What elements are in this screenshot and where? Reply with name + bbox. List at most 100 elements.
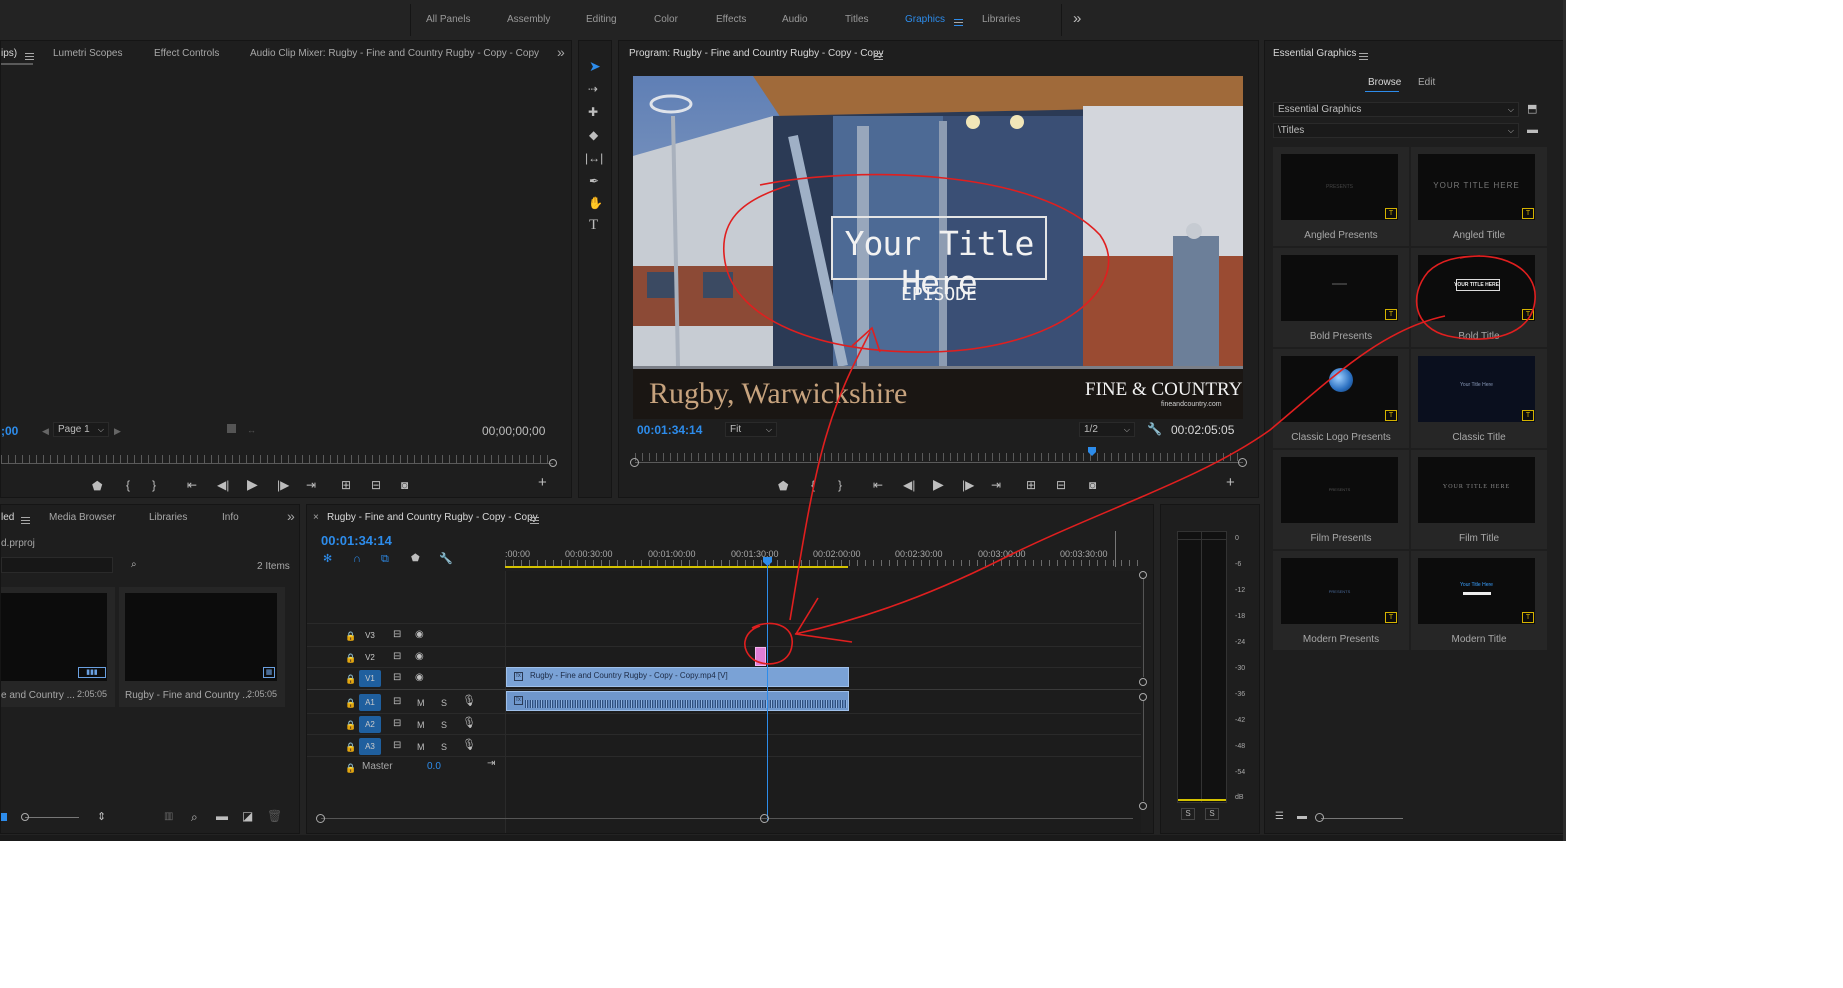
go-to-out-icon[interactable]: ⇥ <box>991 479 1001 491</box>
lock-icon[interactable]: 🔒 <box>345 630 356 642</box>
tab-browse[interactable]: Browse <box>1368 77 1401 88</box>
program-menu-icon[interactable] <box>874 52 883 60</box>
workspace-graphics[interactable]: Graphics <box>905 14 945 25</box>
mute-button[interactable]: M <box>417 719 425 731</box>
solo-left-button[interactable]: S <box>1181 808 1195 820</box>
step-forward-icon[interactable]: |▶ <box>277 479 289 491</box>
solo-right-button[interactable]: S <box>1205 808 1219 820</box>
scrubber-start-handle[interactable] <box>630 458 639 467</box>
scrubber-end-handle[interactable] <box>1238 458 1247 467</box>
add-button-icon[interactable]: + <box>538 475 547 490</box>
new-item-icon[interactable]: ◪ <box>242 810 253 822</box>
workspace-assembly[interactable]: Assembly <box>507 14 550 25</box>
automate-icon[interactable]: ▥ <box>164 811 173 823</box>
track-target-a1[interactable]: A1 <box>359 694 381 711</box>
folder-icon[interactable]: ▬ <box>1527 124 1538 136</box>
eg-source-select[interactable]: Essential Graphics ⌵ <box>1273 102 1519 117</box>
solo-button[interactable]: S <box>441 741 447 753</box>
work-area-bar[interactable] <box>505 566 848 568</box>
sync-lock-icon[interactable]: ⊟ <box>393 651 401 663</box>
time-ruler[interactable]: :00:00 00:00:30:00 00:01:00:00 00:01:30:… <box>505 545 1141 569</box>
mark-out-icon[interactable]: } <box>152 479 156 491</box>
tab-libraries[interactable]: Libraries <box>149 512 187 523</box>
panel-overflow-icon[interactable]: » <box>557 44 565 60</box>
sync-lock-icon[interactable]: ⊟ <box>393 629 401 641</box>
step-forward-icon[interactable]: |▶ <box>962 479 974 491</box>
tab-audio-clip-mixer[interactable]: Audio Clip Mixer: Rugby - Fine and Count… <box>250 48 539 59</box>
linked-selection-icon[interactable]: ⧉ <box>381 553 389 565</box>
vertical-scroll-handle[interactable] <box>1139 678 1147 686</box>
sequence-tab[interactable]: Rugby - Fine and Country Rugby - Copy - … <box>327 512 538 523</box>
mark-in-icon[interactable]: { <box>811 479 815 491</box>
go-to-in-icon[interactable]: ⇤ <box>187 479 197 491</box>
find-icon[interactable]: ⌕ <box>191 811 198 823</box>
project-menu-icon[interactable] <box>21 516 30 524</box>
workspace-titles[interactable]: Titles <box>845 14 869 25</box>
timeline-settings-icon[interactable]: 🔧 <box>439 553 453 565</box>
mute-button[interactable]: M <box>417 697 425 709</box>
thumbnail-size-slider[interactable] <box>1321 818 1403 819</box>
pen-tool-icon[interactable]: ✒ <box>589 175 599 187</box>
next-page-icon[interactable]: ▶ <box>114 425 121 437</box>
template-card[interactable]: YOUR TITLE HERE Film Title <box>1411 450 1547 549</box>
track-target-a2[interactable]: A2 <box>359 716 381 733</box>
sync-lock-icon[interactable]: ⊟ <box>393 672 401 684</box>
add-button-icon[interactable]: + <box>1226 475 1235 490</box>
lock-icon[interactable]: 🔒 <box>345 673 356 685</box>
workspace-effects[interactable]: Effects <box>716 14 746 25</box>
panel-menu-icon[interactable] <box>25 52 34 60</box>
prev-page-icon[interactable]: ◀ <box>42 425 49 437</box>
sync-lock-icon[interactable]: ⊟ <box>393 740 401 752</box>
step-back-icon[interactable]: ◀| <box>217 479 229 491</box>
add-marker-icon[interactable]: ⬟ <box>92 480 102 492</box>
zoom-slider[interactable] <box>25 817 79 818</box>
list-view-icon[interactable]: ☰ <box>1275 811 1284 823</box>
timeline-menu-icon[interactable] <box>530 516 539 524</box>
horizontal-scroll-end[interactable] <box>760 814 769 823</box>
workspace-color[interactable]: Color <box>654 14 678 25</box>
extract-icon[interactable]: ⊟ <box>1056 479 1066 491</box>
lift-icon[interactable]: ⊞ <box>1026 479 1036 491</box>
thumbnail-size-handle[interactable] <box>1315 813 1324 822</box>
tab-lumetri-scopes[interactable]: Lumetri Scopes <box>53 48 122 59</box>
program-scrubber[interactable] <box>635 453 1243 461</box>
template-card[interactable]: ═══ T Bold Presents <box>1273 248 1409 347</box>
lock-icon[interactable]: 🔒 <box>345 741 356 753</box>
master-volume[interactable]: 0.0 <box>427 761 441 772</box>
horizontal-scroll-start[interactable] <box>316 814 325 823</box>
project-item[interactable]: ▦ Rugby - Fine and Country ... 2:05:05 <box>119 587 285 707</box>
eg-folder-select[interactable]: \Titles ⌵ <box>1273 123 1519 138</box>
template-card[interactable]: YOUR TITLE HERE T Bold Title <box>1411 248 1547 347</box>
workspace-all-panels[interactable]: All Panels <box>426 14 470 25</box>
new-bin-search-icon[interactable]: ⌕ <box>131 559 137 571</box>
program-current-time[interactable]: 00:01:34:14 <box>637 423 702 437</box>
template-card[interactable]: PRESENTS T Angled Presents <box>1273 147 1409 246</box>
slip-tool-icon[interactable]: |↔| <box>585 152 603 164</box>
add-marker-icon[interactable]: ⬟ <box>411 553 420 565</box>
workspace-audio[interactable]: Audio <box>782 14 808 25</box>
zoom-slider-handle[interactable] <box>21 813 29 821</box>
track-target-v1[interactable]: V1 <box>359 670 381 687</box>
mark-in-icon[interactable]: { <box>126 479 130 491</box>
workspace-libraries[interactable]: Libraries <box>982 14 1020 25</box>
close-sequence-icon[interactable]: × <box>313 512 319 523</box>
insert-clip-icon[interactable]: ⊞ <box>341 479 351 491</box>
audio-clip[interactable]: fx <box>506 691 849 711</box>
source-scrubber[interactable] <box>1 455 553 463</box>
step-back-icon[interactable]: ◀| <box>903 479 915 491</box>
project-item[interactable]: ▮▮▮ e and Country ... 2:05:05 <box>1 587 115 707</box>
template-card[interactable]: PRESENTS Film Presents <box>1273 450 1409 549</box>
template-card[interactable]: T Classic Logo Presents <box>1273 349 1409 448</box>
ripple-edit-tool-icon[interactable]: ✚ <box>588 106 598 118</box>
mute-button[interactable]: M <box>417 741 425 753</box>
track-target-a3[interactable]: A3 <box>359 738 381 755</box>
safe-margins-icon[interactable] <box>227 424 236 433</box>
video-clip[interactable]: fx Rugby - Fine and Country Rugby - Copy… <box>506 667 849 687</box>
icon-view-icon[interactable]: ▬ <box>1297 811 1307 823</box>
new-bin-icon[interactable]: ▬ <box>216 810 228 822</box>
voiceover-mic-icon[interactable]: 🎙 <box>462 695 476 707</box>
snap-icon[interactable]: ∩ <box>353 553 361 565</box>
source-timecode[interactable]: ;00 <box>1 424 18 438</box>
go-to-out-icon[interactable]: ⇥ <box>306 479 316 491</box>
tab-edit[interactable]: Edit <box>1418 77 1435 88</box>
